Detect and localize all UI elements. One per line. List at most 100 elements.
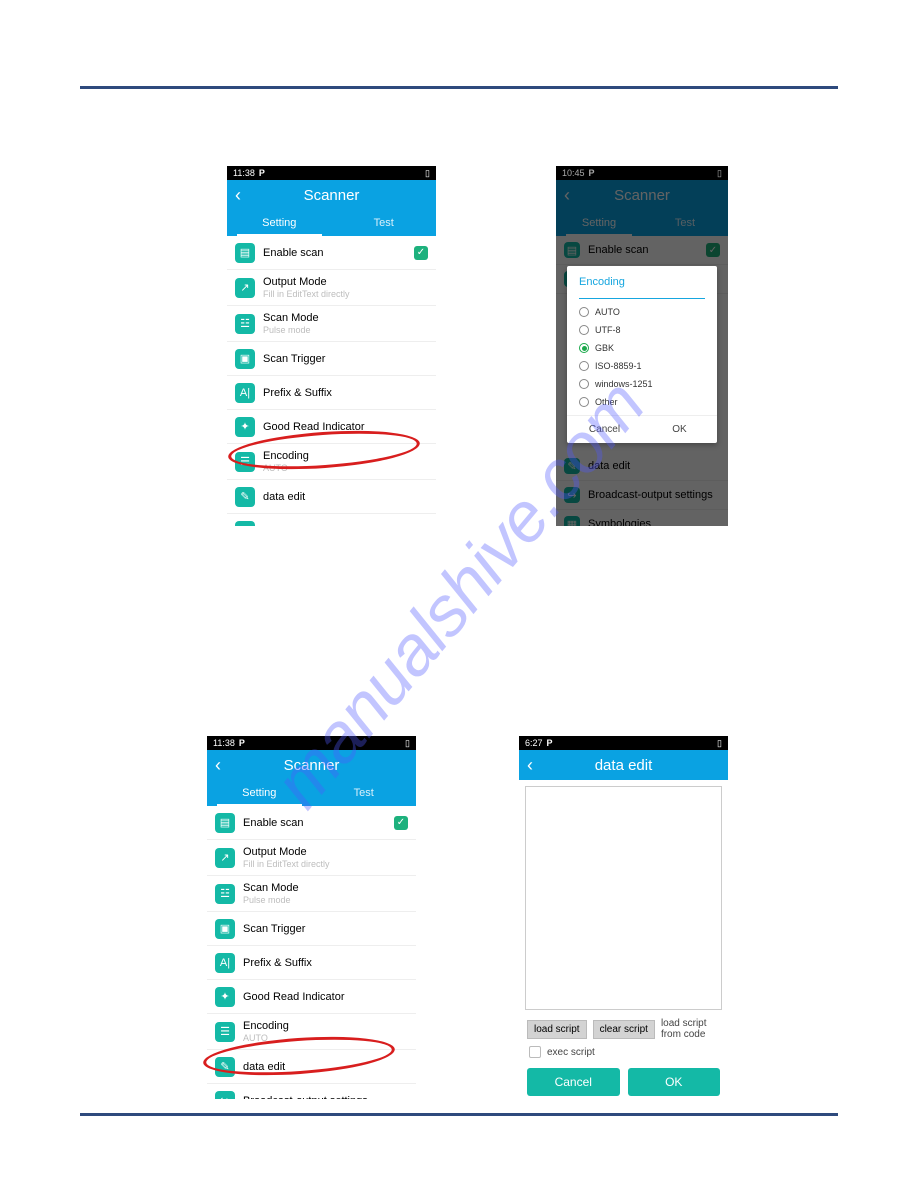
row-sublabel: AUTO: [263, 463, 428, 473]
exec-script-label: exec script: [547, 1047, 595, 1058]
back-icon[interactable]: ‹: [207, 755, 229, 776]
opt-auto[interactable]: AUTO: [579, 303, 705, 321]
opt-label: AUTO: [595, 307, 620, 317]
page-title: Scanner: [207, 757, 416, 774]
opt-win1251[interactable]: windows-1251: [579, 375, 705, 393]
row-enable-scan[interactable]: ▤Enable scan✓: [227, 236, 436, 270]
radio-icon: [579, 307, 589, 317]
prefix-icon: A|: [215, 953, 235, 973]
trigger-icon: ▣: [235, 349, 255, 369]
barcode-icon: ☳: [235, 314, 255, 334]
row-data-edit[interactable]: ✎data edit: [207, 1050, 416, 1084]
prefix-icon: A|: [235, 383, 255, 403]
row-sublabel: Fill in EditText directly: [243, 859, 408, 869]
row-enable-scan[interactable]: ▤Enable scan✓: [207, 806, 416, 840]
tabs: Setting Test: [207, 780, 416, 806]
row-label: Prefix & Suffix: [263, 387, 428, 399]
opt-gbk[interactable]: GBK: [579, 339, 705, 357]
row-output-mode[interactable]: ↗Output ModeFill in EditText directly: [227, 270, 436, 306]
tab-setting[interactable]: Setting: [207, 780, 312, 806]
page-divider-top: [80, 86, 838, 89]
row-good-read[interactable]: ✦Good Read Indicator: [227, 410, 436, 444]
script-textarea[interactable]: [525, 786, 722, 1010]
dialog-title: Encoding: [567, 266, 717, 298]
app-bar: ‹ Scanner: [207, 750, 416, 780]
back-icon[interactable]: ‹: [519, 755, 541, 776]
row-label: Good Read Indicator: [243, 991, 408, 1003]
row-broadcast[interactable]: ↪Broadcast-output settings: [227, 514, 436, 526]
barcode-icon: ☳: [215, 884, 235, 904]
row-prefix-suffix[interactable]: A| Prefix & Suffix: [227, 376, 436, 410]
battery-icon: ▯: [405, 738, 410, 749]
opt-label: ISO-8859-1: [595, 361, 642, 371]
battery-icon: ▯: [425, 168, 430, 179]
cancel-button[interactable]: Cancel: [567, 416, 642, 443]
android-p-icon: P: [239, 738, 245, 748]
cancel-button[interactable]: Cancel: [527, 1068, 620, 1096]
dialog-divider: [579, 298, 705, 299]
broadcast-icon: ↪: [215, 1091, 235, 1100]
encoding-dialog: Encoding AUTO UTF-8 GBK ISO-8859-1 windo…: [567, 266, 717, 443]
row-broadcast[interactable]: ↪Broadcast-output settings: [207, 1084, 416, 1099]
row-prefix-suffix[interactable]: A| Prefix & Suffix: [207, 946, 416, 980]
checkbox-checked-icon[interactable]: ✓: [394, 816, 408, 830]
encoding-icon: ☰: [235, 452, 255, 472]
opt-label: Other: [595, 397, 618, 407]
radio-icon: [579, 397, 589, 407]
opt-label: GBK: [595, 343, 614, 353]
page-title: data edit: [519, 757, 728, 774]
row-good-read[interactable]: ✦ Good Read Indicator: [207, 980, 416, 1014]
indicator-icon: ✦: [215, 987, 235, 1007]
radio-icon: [579, 325, 589, 335]
tab-test[interactable]: Test: [332, 210, 437, 236]
exec-script-row[interactable]: exec script: [519, 1042, 728, 1062]
back-icon[interactable]: ‹: [227, 185, 249, 206]
row-encoding[interactable]: ☰EncodingAUTO: [227, 444, 436, 480]
ok-button[interactable]: OK: [642, 416, 717, 443]
opt-other[interactable]: Other: [579, 393, 705, 411]
android-p-icon: P: [259, 168, 265, 178]
row-sublabel: Fill in EditText directly: [263, 289, 428, 299]
tab-setting[interactable]: Setting: [227, 210, 332, 236]
android-p-icon: P: [547, 738, 553, 748]
script-button-row: load script clear script load script fro…: [519, 1016, 728, 1042]
broadcast-icon: ↪: [235, 521, 255, 527]
opt-iso[interactable]: ISO-8859-1: [579, 357, 705, 375]
tabs: Setting Test: [227, 210, 436, 236]
page-divider-bottom: [80, 1113, 838, 1116]
opt-utf8[interactable]: UTF-8: [579, 321, 705, 339]
row-label: data edit: [243, 1061, 408, 1073]
checkbox-checked-icon[interactable]: ✓: [414, 246, 428, 260]
row-label: Prefix & Suffix: [243, 957, 408, 969]
output-icon: ↗: [215, 848, 235, 868]
row-scan-trigger[interactable]: ▣Scan Trigger: [227, 342, 436, 376]
app-bar: ‹ Scanner: [227, 180, 436, 210]
row-scan-mode[interactable]: ☳Scan ModePulse mode: [227, 306, 436, 342]
row-scan-mode[interactable]: ☳ Scan ModePulse mode: [207, 876, 416, 912]
status-time: 11:38: [213, 738, 235, 748]
load-from-code-label[interactable]: load script from code: [661, 1018, 720, 1040]
row-data-edit[interactable]: ✎data edit: [227, 480, 436, 514]
row-label: Output Mode: [243, 846, 408, 858]
row-encoding[interactable]: ☰EncodingAUTO: [207, 1014, 416, 1050]
row-label: Good Read Indicator: [263, 421, 428, 433]
checkbox-icon[interactable]: [529, 1046, 541, 1058]
radio-icon: [579, 361, 589, 371]
load-script-button[interactable]: load script: [527, 1020, 587, 1039]
row-output-mode[interactable]: ↗ Output ModeFill in EditText directly: [207, 840, 416, 876]
radio-selected-icon: [579, 343, 589, 353]
settings-list: ▤Enable scan✓ ↗Output ModeFill in EditTe…: [227, 236, 436, 526]
ok-button[interactable]: OK: [628, 1068, 721, 1096]
settings-list: ▤Enable scan✓ ↗ Output ModeFill in EditTe…: [207, 806, 416, 1099]
clear-script-button[interactable]: clear script: [593, 1020, 655, 1039]
scan-icon: ▤: [215, 813, 235, 833]
row-scan-trigger[interactable]: ▣Scan Trigger: [207, 912, 416, 946]
row-label: Scan Mode: [243, 882, 408, 894]
tab-test[interactable]: Test: [312, 780, 417, 806]
screenshot-data-edit: 6:27P ▯ ‹ data edit load script clear sc…: [519, 736, 728, 1099]
row-sublabel: Pulse mode: [243, 895, 408, 905]
edit-icon: ✎: [235, 487, 255, 507]
status-bar: 6:27P ▯: [519, 736, 728, 750]
battery-icon: ▯: [717, 738, 722, 749]
app-bar: ‹ data edit: [519, 750, 728, 780]
